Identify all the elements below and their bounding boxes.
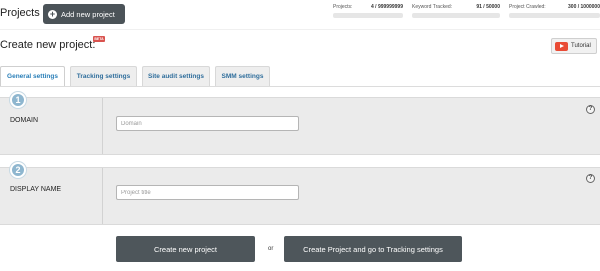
display-name-section: 2 DISPLAY NAME ? (0, 162, 600, 225)
crawled-stat-value: 300 / 1000000 (568, 4, 600, 10)
display-name-label: DISPLAY NAME (10, 186, 62, 193)
beta-badge: BETA (93, 36, 105, 42)
crawled-stat-bar (509, 13, 600, 18)
projects-stat-label: Projects: (333, 4, 353, 10)
add-new-project-button[interactable]: + Add new project (43, 4, 125, 24)
tabs-underline (0, 86, 600, 87)
add-new-project-label: Add new project (61, 9, 115, 19)
youtube-play-icon (555, 41, 568, 51)
or-separator: or (268, 246, 274, 252)
step-number-1: 1 (10, 92, 26, 108)
tutorial-label: Tutorial (571, 43, 591, 49)
section-divider (102, 168, 103, 224)
help-icon[interactable]: ? (586, 174, 595, 183)
projects-stat-value: 4 / 999999999 (371, 4, 403, 10)
settings-tabs: General settings Tracking settings Site … (0, 66, 600, 86)
tab-general-settings[interactable]: General settings (0, 66, 65, 86)
create-and-tracking-button[interactable]: Create Project and go to Tracking settin… (284, 236, 462, 262)
plus-icon: + (48, 8, 57, 19)
display-name-input[interactable] (116, 185, 299, 200)
keywords-stat-label: Keyword Tracked: (412, 4, 453, 10)
page-title: Create new project: (0, 39, 96, 51)
tab-smm-settings[interactable]: SMM settings (215, 66, 270, 86)
projects-stat: Projects: 4 / 999999999 (333, 4, 403, 18)
help-icon[interactable]: ? (586, 105, 595, 114)
create-project-button[interactable]: Create new project (116, 236, 255, 262)
tab-site-audit-settings[interactable]: Site audit settings (142, 66, 210, 86)
section-divider (102, 98, 103, 154)
tutorial-button[interactable]: Tutorial (551, 38, 597, 54)
projects-title: Projects (0, 7, 40, 19)
crawled-stat: Project Crawled: 300 / 1000000 (509, 4, 600, 18)
domain-label: DOMAIN (10, 117, 38, 124)
keywords-stat: Keyword Tracked: 91 / 50000 (412, 4, 500, 18)
domain-section: 1 DOMAIN ? (0, 92, 600, 155)
top-bar: Projects + Add new project Projects: 4 /… (0, 0, 600, 29)
projects-stat-bar (333, 13, 403, 18)
step-number-2: 2 (10, 162, 26, 178)
crawled-stat-label: Project Crawled: (509, 4, 546, 10)
tab-tracking-settings[interactable]: Tracking settings (70, 66, 137, 86)
domain-input[interactable] (116, 116, 299, 131)
keywords-stat-bar (412, 13, 500, 18)
top-divider (0, 29, 600, 30)
keywords-stat-value: 91 / 50000 (476, 4, 500, 10)
